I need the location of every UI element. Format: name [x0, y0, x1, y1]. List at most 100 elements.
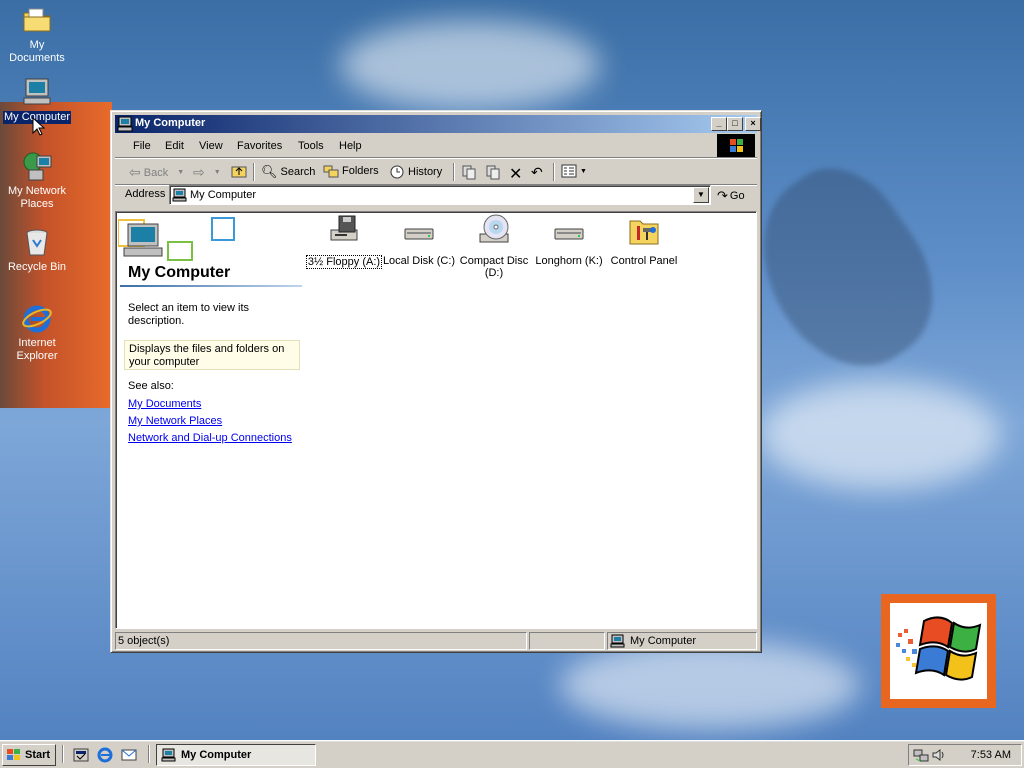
clock[interactable]: 7:53 AM: [971, 749, 1011, 761]
standard-toolbar: ⇦ Back ▼ ⇨ ▼ 🔍︎ Search Folders History ✕…: [115, 160, 757, 184]
history-icon: [390, 165, 404, 179]
move-to-button[interactable]: [461, 164, 477, 180]
network-icon: [21, 150, 53, 182]
item-control-panel[interactable]: Control Panel: [604, 214, 684, 267]
address-dropdown-button[interactable]: ▼: [693, 187, 709, 203]
move-to-icon: [462, 165, 476, 180]
menu-edit[interactable]: Edit: [165, 140, 184, 152]
forward-arrow-icon: ⇨: [193, 164, 205, 180]
taskbar-button-label: My Computer: [181, 749, 252, 761]
menu-separator: [115, 157, 757, 159]
address-value: My Computer: [190, 189, 257, 201]
copy-to-button[interactable]: [485, 164, 501, 180]
item-label: Control Panel: [610, 255, 678, 267]
desktop-icon-my-documents[interactable]: My Documents: [0, 4, 74, 65]
menu-view[interactable]: View: [199, 140, 223, 152]
folder-icon: [21, 4, 53, 36]
desktop-icon-internet-explorer[interactable]: Internet Explorer: [0, 302, 74, 363]
folder-content-area: My Computer Select an item to view its d…: [115, 211, 757, 629]
wallpaper-cloud: [340, 20, 600, 110]
maximize-button[interactable]: □: [727, 117, 743, 131]
history-button[interactable]: History: [389, 164, 442, 180]
history-label: History: [408, 166, 443, 178]
wallpaper-cloud: [760, 380, 1000, 490]
drive-item-local-disk[interactable]: Local Disk (C:): [379, 214, 459, 267]
windows-flag-icon: [7, 749, 20, 760]
desktop-icon-recycle-bin[interactable]: Recycle Bin: [0, 226, 74, 274]
go-arrow-icon: ↷: [717, 188, 728, 203]
chevron-down-icon: ▼: [580, 167, 587, 175]
undo-button[interactable]: ↶: [531, 164, 543, 181]
my-computer-window: My Computer _ □ × File Edit View Favorit…: [110, 110, 762, 653]
desktop-icon-my-network-places[interactable]: My Network Places: [0, 150, 74, 211]
drive-item-compact-disc[interactable]: Compact Disc (D:): [454, 214, 534, 279]
toolbar-separator: [453, 163, 455, 181]
left-pane-rule: [120, 285, 302, 287]
copy-to-icon: [486, 165, 500, 180]
taskbar: Start My Computer 7:53 AM: [0, 740, 1024, 768]
address-input[interactable]: My Computer ▼: [169, 185, 711, 205]
webview-left-pane: My Computer Select an item to view its d…: [116, 212, 302, 628]
up-folder-button[interactable]: [231, 164, 247, 178]
minimize-button[interactable]: _: [711, 117, 727, 131]
menu-tools[interactable]: Tools: [298, 140, 324, 152]
link-my-documents[interactable]: My Documents: [128, 398, 201, 410]
link-my-network-places[interactable]: My Network Places: [128, 415, 222, 427]
see-also-label: See also:: [128, 380, 174, 392]
hard-disk-icon: [404, 228, 434, 240]
delete-x-icon: ✕: [509, 166, 523, 183]
drive-item-longhorn[interactable]: Longhorn (K:): [529, 214, 609, 267]
chevron-down-icon: ▼: [177, 169, 185, 176]
status-location-label: My Computer: [630, 635, 697, 647]
taskbar-button-my-computer[interactable]: My Computer: [156, 744, 316, 766]
delete-button[interactable]: ✕: [509, 164, 522, 184]
window-title: My Computer: [135, 117, 206, 129]
outlook-express-icon[interactable]: [120, 746, 138, 764]
start-button[interactable]: Start: [2, 744, 56, 766]
windows-throbber-icon: [717, 134, 755, 158]
go-button[interactable]: ↷ Go: [717, 188, 745, 204]
folders-icon: [323, 165, 339, 178]
status-size: [529, 632, 605, 650]
taskbar-separator: [148, 745, 150, 763]
window-titlebar[interactable]: My Computer _ □ ×: [115, 115, 761, 133]
folders-button[interactable]: Folders: [323, 164, 379, 178]
left-pane-title: My Computer: [128, 264, 231, 281]
drive-item-floppy[interactable]: 3½ Floppy (A:): [304, 214, 384, 269]
go-label: Go: [729, 190, 745, 202]
show-desktop-icon[interactable]: [72, 746, 90, 764]
folders-label: Folders: [342, 165, 379, 177]
windows-logo-badge: [881, 594, 996, 708]
desktop-icon-label: My Documents: [9, 39, 65, 64]
search-label: Search: [280, 166, 316, 178]
network-tray-icon[interactable]: [913, 747, 929, 763]
close-button[interactable]: ×: [745, 117, 761, 131]
mouse-cursor-icon: [32, 117, 46, 136]
menu-help[interactable]: Help: [339, 140, 362, 152]
toolbar-separator: [553, 163, 555, 181]
volume-icon[interactable]: [931, 747, 947, 763]
drive-label: Local Disk (C:): [382, 255, 456, 267]
computer-icon: [117, 116, 133, 132]
back-button[interactable]: ⇦ Back ▼: [129, 164, 184, 181]
search-button[interactable]: 🔍︎ Search: [261, 164, 315, 180]
back-arrow-icon: ⇦: [129, 164, 141, 180]
computer-icon: [172, 188, 187, 202]
menu-file[interactable]: File: [133, 140, 151, 152]
start-label: Start: [25, 749, 51, 761]
desktop-icon-label: Internet Explorer: [16, 337, 58, 362]
undo-icon: ↶: [531, 164, 543, 180]
hard-disk-icon: [554, 228, 584, 240]
menu-bar: File Edit View Favorites Tools Help: [115, 135, 757, 157]
status-location: My Computer: [607, 632, 757, 650]
select-item-text: Select an item to view its description.: [128, 302, 250, 327]
back-label: Back: [143, 166, 169, 179]
toolbar-separator: [253, 163, 255, 181]
forward-button[interactable]: ⇨ ▼: [193, 164, 221, 181]
internet-explorer-icon[interactable]: [96, 746, 114, 764]
menu-favorites[interactable]: Favorites: [237, 140, 282, 152]
drive-label: Longhorn (K:): [535, 255, 603, 267]
link-network-dialup[interactable]: Network and Dial-up Connections: [128, 432, 292, 444]
views-button[interactable]: ▼: [561, 164, 587, 178]
internet-explorer-icon: [21, 302, 53, 334]
